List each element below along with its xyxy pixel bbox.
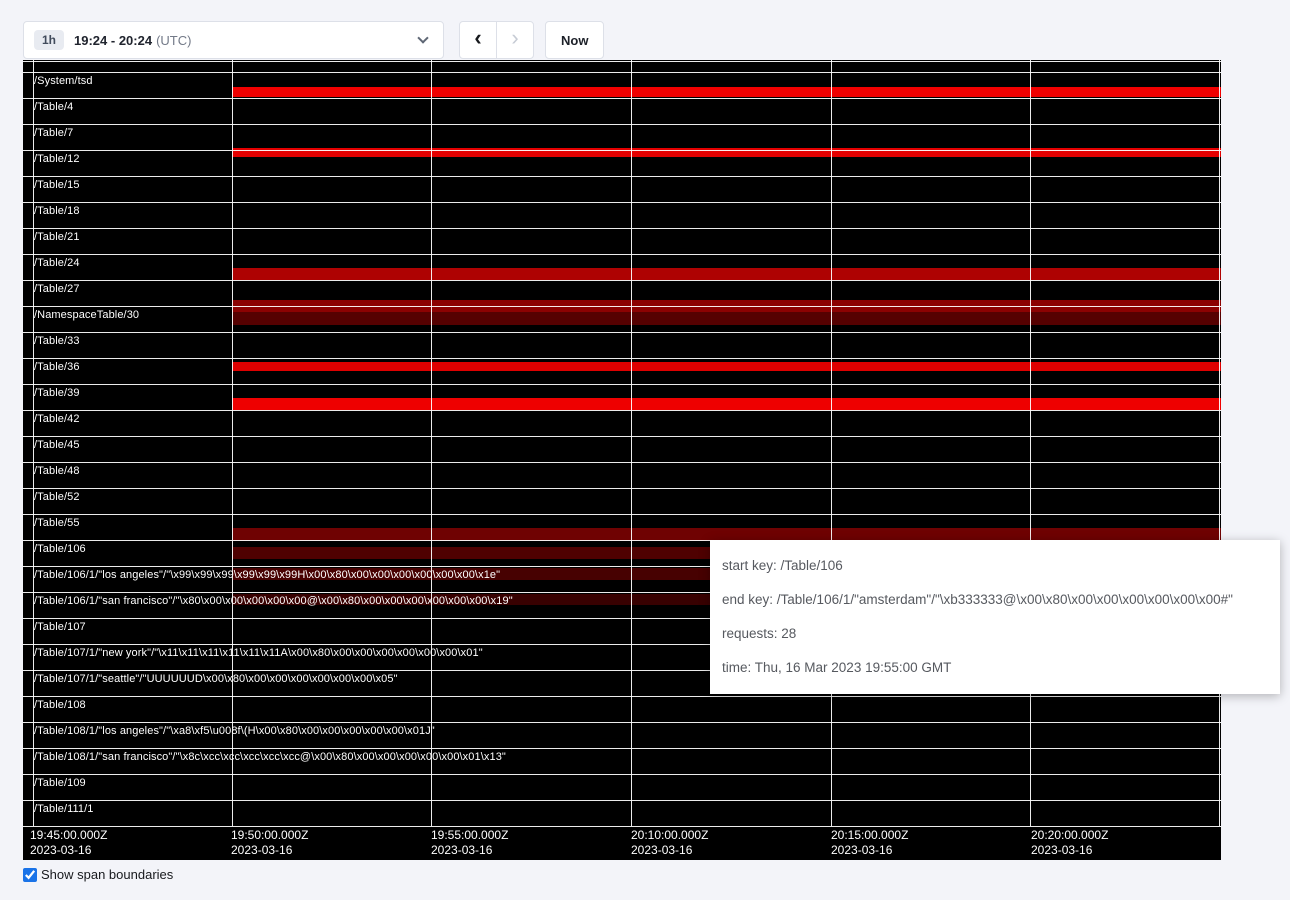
span-label: /Table/15 [34,179,80,191]
time-boundary-line [1219,60,1220,826]
span-label: /Table/48 [34,465,80,477]
time-axis-tick: 20:15:00.000Z2023-03-16 [831,828,908,858]
span-label: /Table/107/1/"new york"/"\x11\x11\x11\x1… [34,647,483,659]
heat-strip[interactable] [232,362,1221,371]
key-visualizer-canvas[interactable]: /System/tsd/Table/4/Table/7/Table/12/Tab… [23,60,1221,860]
show-span-boundaries-checkbox[interactable] [23,868,37,882]
span-boundary-line [23,748,1221,749]
tooltip-end-key: end key: /Table/106/1/"amsterdam"/"\xb33… [722,583,1268,617]
span-boundary-line [23,332,1221,333]
prev-range-button[interactable]: ‹ [459,21,497,59]
span-label: /Table/21 [34,231,80,243]
time-axis-tick: 19:45:00.000Z2023-03-16 [30,828,107,858]
span-label: /Table/52 [34,491,80,503]
time-range-select[interactable]: 1h 19:24 - 20:24 (UTC) [23,21,444,59]
span-boundary-line [23,436,1221,437]
span-label: /Table/108/1/"los angeles"/"\xa8\xf5\u00… [34,725,435,737]
span-boundary-line [23,202,1221,203]
span-label: /Table/108 [34,699,86,711]
span-label: /Table/106/1/"los angeles"/"\x99\x99\x99… [34,569,500,581]
span-label: /Table/39 [34,387,80,399]
range-duration-badge: 1h [34,30,64,50]
span-label: /Table/24 [34,257,80,269]
time-boundary-line [1030,60,1031,826]
span-boundary-line [23,150,1221,151]
tooltip-start-key: start key: /Table/106 [722,549,1268,583]
span-label: /Table/45 [34,439,80,451]
span-boundary-line [23,228,1221,229]
time-boundary-line [232,60,233,826]
span-label: /Table/18 [34,205,80,217]
time-axis-tick: 20:20:00.000Z2023-03-16 [1031,828,1108,858]
span-boundary-line [23,462,1221,463]
heat-strip[interactable] [232,268,1221,280]
time-boundary-line [631,60,632,826]
time-boundary-line [431,60,432,826]
span-tooltip: start key: /Table/106 end key: /Table/10… [710,540,1280,694]
span-boundary-line [23,306,1221,307]
tooltip-requests: requests: 28 [722,617,1268,651]
span-label: /Table/27 [34,283,80,295]
span-label: /Table/111/1 [34,803,94,815]
span-label: /Table/42 [34,413,80,425]
span-label: /System/tsd [34,75,93,87]
next-range-button[interactable]: › [496,21,534,59]
span-label: /NamespaceTable/30 [34,309,139,321]
span-label: /Table/33 [34,335,80,347]
time-axis-tick: 20:10:00.000Z2023-03-16 [631,828,708,858]
span-boundary-line [23,280,1221,281]
span-boundary-line [23,384,1221,385]
span-boundary-line [23,488,1221,489]
time-boundary-line [831,60,832,826]
tooltip-time: time: Thu, 16 Mar 2023 19:55:00 GMT [722,651,1268,685]
range-nav-group: ‹ › [459,21,534,59]
span-label: /Table/107 [34,621,86,633]
span-boundary-line [23,826,1221,827]
span-boundary-line [23,72,1221,73]
span-boundary-line [23,254,1221,255]
span-boundary-line [23,124,1221,125]
show-span-boundaries-label[interactable]: Show span boundaries [41,867,173,883]
range-text: 19:24 - 20:24 (UTC) [74,33,191,48]
time-axis-tick: 19:50:00.000Z2023-03-16 [231,828,308,858]
now-button[interactable]: Now [545,21,604,59]
range-timezone: (UTC) [156,33,191,48]
span-label: /Table/36 [34,361,80,373]
heat-strip[interactable] [232,398,1221,410]
span-label: /Table/7 [34,127,73,139]
chevron-down-icon [417,32,428,43]
footer-controls: Show span boundaries [23,867,173,883]
span-label: /Table/106 [34,543,86,555]
span-boundary-line [23,176,1221,177]
span-label: /Table/109 [34,777,86,789]
span-label: /Table/4 [34,101,73,113]
span-boundary-line [23,774,1221,775]
span-boundary-line [23,514,1221,515]
span-label: /Table/55 [34,517,80,529]
heat-strip[interactable] [232,87,1221,97]
range-value: 19:24 - 20:24 [74,33,152,48]
span-boundary-line [23,696,1221,697]
span-label: /Table/108/1/"san francisco"/"\x8c\xcc\x… [34,751,506,763]
span-boundary-line [23,800,1221,801]
span-boundary-line [23,61,1221,62]
span-boundary-line [23,722,1221,723]
heat-strip[interactable] [232,312,1221,325]
span-boundary-line [23,98,1221,99]
span-label: /Table/12 [34,153,80,165]
span-label: /Table/107/1/"seattle"/"UUUUUUD\x00\x80\… [34,673,398,685]
time-axis-tick: 19:55:00.000Z2023-03-16 [431,828,508,858]
span-boundary-line [23,358,1221,359]
span-boundary-line [23,410,1221,411]
span-label: /Table/106/1/"san francisco"/"\x80\x00\x… [34,595,513,607]
